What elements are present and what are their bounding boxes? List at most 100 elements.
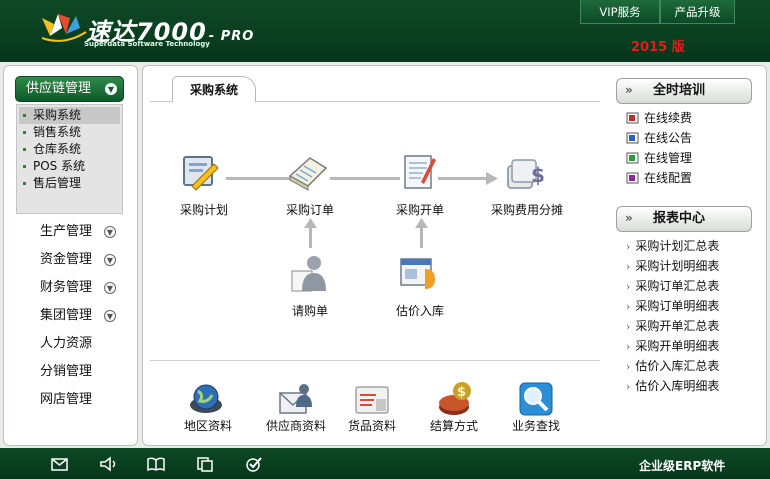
bullet-icon <box>23 165 26 168</box>
training-link-notice[interactable]: 在线公告 <box>626 129 692 147</box>
chevron-right-icon: › <box>626 240 631 253</box>
nav-group[interactable]: 集团管理 ▼ <box>40 306 130 326</box>
nav-production[interactable]: 生产管理 ▼ <box>40 222 130 242</box>
mail-icon[interactable] <box>50 455 70 473</box>
training-header: » 全时培训 <box>616 78 752 104</box>
chevron-right-icon: › <box>626 320 631 333</box>
chevron-down-icon: ▼ <box>104 282 116 294</box>
purchase-plan-node[interactable] <box>180 152 220 195</box>
nav-finance[interactable]: 财务管理 ▼ <box>40 278 130 298</box>
shortcut-settlement-method[interactable]: $ <box>436 379 474 420</box>
check-icon[interactable] <box>244 455 264 473</box>
svg-text:$: $ <box>531 163 545 187</box>
purchase-expense-node[interactable]: $ <box>505 152 545 195</box>
shortcut-settlement-label[interactable]: 结算方式 <box>420 417 488 434</box>
goods-icon <box>355 386 389 414</box>
tab-purchase-system[interactable]: 采购系统 <box>172 76 256 102</box>
speaker-icon[interactable] <box>99 455 119 473</box>
training-link-renewal[interactable]: 在线续费 <box>626 109 692 127</box>
double-chevron-right-icon: » <box>625 211 633 225</box>
purchase-invoice-label[interactable]: 采购开单 <box>386 201 454 218</box>
nav-supply-chain-label: 供应链管理 <box>26 81 92 96</box>
logo-icon <box>41 14 87 42</box>
plan-icon <box>183 156 219 191</box>
section-divider <box>150 360 600 361</box>
chevron-right-icon: › <box>626 340 631 353</box>
chevron-right-icon: › <box>626 260 631 273</box>
report-link[interactable]: › 采购订单明细表 <box>626 297 719 315</box>
training-link-config[interactable]: 在线配置 <box>626 169 692 187</box>
arrow-up-icon <box>415 218 428 228</box>
submenu-item-pos[interactable]: POS 系统 <box>19 158 120 175</box>
copy-icon[interactable] <box>195 455 215 473</box>
chevron-down-icon: ▼ <box>104 310 116 322</box>
estimate-stock-label[interactable]: 估价入库 <box>386 302 454 319</box>
submenu-item-sales[interactable]: 销售系统 <box>19 124 120 141</box>
report-link[interactable]: › 采购开单明细表 <box>626 337 719 355</box>
requisition-node[interactable] <box>288 253 328 296</box>
purchase-plan-label[interactable]: 采购计划 <box>170 201 238 218</box>
expense-allocation-icon: $ <box>507 159 545 189</box>
product-upgrade-button[interactable]: 产品升级 <box>660 0 735 24</box>
shortcut-supplier-data[interactable] <box>278 381 314 420</box>
invoice-icon <box>404 155 436 189</box>
purchase-expense-label[interactable]: 采购费用分摊 <box>486 201 568 218</box>
flow-connector <box>226 177 294 180</box>
chevron-down-icon: ▼ <box>105 83 117 95</box>
shortcut-search-label[interactable]: 业务查找 <box>502 417 570 434</box>
report-link[interactable]: › 采购订单汇总表 <box>626 277 719 295</box>
shortcut-region-data[interactable] <box>188 381 224 420</box>
report-link[interactable]: › 采购计划明细表 <box>626 257 719 275</box>
purchase-order-label[interactable]: 采购订单 <box>276 201 344 218</box>
report-link[interactable]: › 采购计划汇总表 <box>626 237 719 255</box>
book-icon[interactable] <box>146 455 166 473</box>
training-link-management[interactable]: 在线管理 <box>626 149 692 167</box>
nav-distribution[interactable]: 分销管理 <box>40 362 130 382</box>
estimate-stock-icon <box>400 258 435 289</box>
bullet-icon <box>23 182 26 185</box>
book-red-icon <box>626 112 639 124</box>
chevron-right-icon: › <box>626 380 631 393</box>
nav-funds[interactable]: 资金管理 ▼ <box>40 250 130 270</box>
shortcut-supplier-label[interactable]: 供应商资料 <box>262 417 330 434</box>
book-green-icon <box>626 152 639 164</box>
submenu-item-aftersales[interactable]: 售后管理 <box>19 175 120 192</box>
bullet-icon <box>23 114 26 117</box>
purchase-order-node[interactable] <box>288 152 328 195</box>
purchase-invoice-node[interactable] <box>399 152 439 195</box>
chevron-down-icon: ▼ <box>104 226 116 238</box>
bullet-icon <box>23 131 26 134</box>
shortcut-business-search[interactable] <box>518 381 554 420</box>
vip-service-button[interactable]: VIP服务 <box>580 0 660 24</box>
flow-connector <box>438 177 490 180</box>
bullet-icon <box>23 148 26 151</box>
order-book-icon <box>288 157 328 191</box>
report-link[interactable]: › 采购开单汇总表 <box>626 317 719 335</box>
report-link[interactable]: › 估价入库明细表 <box>626 377 719 395</box>
footer-tagline: 企业级ERP软件 <box>639 459 726 473</box>
shortcut-goods-label[interactable]: 货品资料 <box>338 417 406 434</box>
version-label: 2015 版 <box>631 40 685 55</box>
nav-supply-chain[interactable]: 供应链管理 ▼ <box>15 76 124 102</box>
svg-text:$: $ <box>457 385 466 400</box>
report-link[interactable]: › 估价入库汇总表 <box>626 357 719 375</box>
submenu: 采购系统 销售系统 仓库系统 POS 系统 售后管理 <box>16 104 123 214</box>
shortcut-goods-data[interactable] <box>354 381 390 420</box>
flow-connector <box>330 177 400 180</box>
shortcut-region-label[interactable]: 地区资料 <box>176 417 240 434</box>
nav-hr[interactable]: 人力资源 <box>40 334 130 354</box>
chevron-right-icon: › <box>626 360 631 373</box>
app-subtitle: Superdata Software Technology <box>84 40 210 48</box>
chevron-right-icon: › <box>626 300 631 313</box>
arrow-up-icon <box>304 218 317 228</box>
estimate-stock-node[interactable] <box>399 253 439 296</box>
submenu-item-warehouse[interactable]: 仓库系统 <box>19 141 120 158</box>
settlement-coins-icon: $ <box>439 382 471 415</box>
report-center-header: » 报表中心 <box>616 206 752 232</box>
requisition-label[interactable]: 请购单 <box>276 302 344 319</box>
submenu-item-purchase[interactable]: 采购系统 <box>19 107 120 124</box>
book-blue-icon <box>626 132 639 144</box>
double-chevron-right-icon: » <box>625 83 633 97</box>
book-purple-icon <box>626 172 639 184</box>
nav-eshop[interactable]: 网店管理 <box>40 390 130 410</box>
